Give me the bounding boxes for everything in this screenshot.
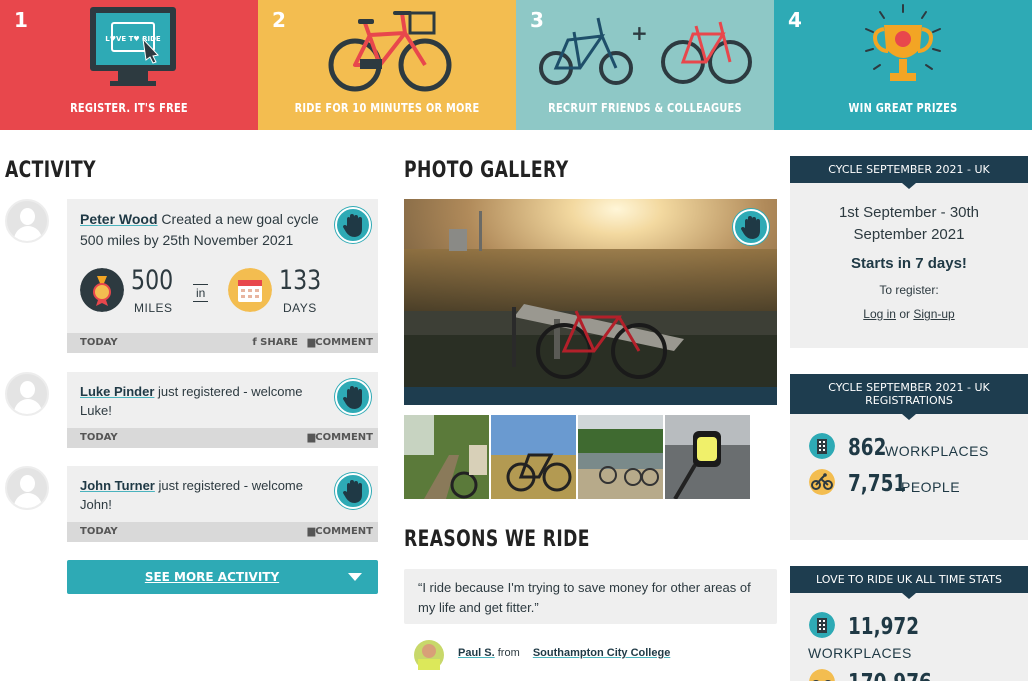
gallery-main-photo[interactable]	[404, 199, 777, 405]
comment-button[interactable]: ▆COMMENT	[308, 428, 373, 448]
step-number: 2	[272, 8, 286, 32]
user-link[interactable]: Peter Wood	[80, 211, 158, 227]
sunset-bike-photo	[404, 199, 777, 405]
reasons-title: REASONS WE RIDE	[404, 527, 590, 552]
building-icon	[809, 433, 835, 459]
see-more-label: SEE MORE ACTIVITY	[144, 570, 280, 584]
high-five-icon[interactable]	[733, 209, 769, 245]
activity-footer: TODAY f SHARE ▆COMMENT	[67, 333, 378, 353]
gallery-thumbnail[interactable]	[491, 415, 576, 499]
calendar-icon	[228, 268, 272, 312]
medal-icon	[80, 268, 124, 312]
workplaces-label: WORKPLACES	[885, 443, 989, 459]
high-five-icon[interactable]	[335, 379, 371, 415]
gallery-thumbnail[interactable]	[404, 415, 489, 499]
step-label: WIN GREAT PRIZES	[848, 101, 958, 115]
alltime-people-count: 170,976	[848, 670, 932, 681]
trophy-icon	[865, 4, 941, 81]
challenge-panel: CYCLE SEPTEMBER 2021 - UK 1st September …	[790, 156, 1028, 348]
quote-attribution: Paul S. from Southampton City College	[458, 647, 670, 659]
in-label: in	[193, 284, 209, 302]
facebook-icon: f	[252, 337, 261, 348]
timestamp: TODAY	[80, 526, 118, 537]
people-label: PEOPLE	[901, 479, 961, 495]
signup-link[interactable]: Sign-up	[913, 307, 954, 321]
activity-footer: TODAY ▆COMMENT	[67, 428, 378, 448]
two-bicycles-icon: +	[539, 17, 752, 85]
activity-card: Peter Wood Created a new goal cycle 500 …	[67, 199, 378, 353]
comment-button[interactable]: ▆COMMENT	[308, 333, 373, 353]
step-label: RIDE FOR 10 MINUTES OR MORE	[294, 101, 480, 115]
timestamp: TODAY	[80, 432, 118, 443]
step-prizes[interactable]: 4 WIN GREAT PRIZES	[774, 0, 1032, 130]
avatar[interactable]	[5, 199, 49, 243]
gallery-thumbnail[interactable]	[665, 415, 750, 499]
see-more-activity-button[interactable]: SEE MORE ACTIVITY	[67, 560, 378, 594]
step-number: 4	[788, 8, 802, 32]
cyclist-icon	[809, 469, 835, 495]
author-link[interactable]: Paul S.	[458, 647, 495, 659]
step-register[interactable]: 1 L♥VE T♥ RIDE REGISTER. IT'S FREE	[0, 0, 258, 130]
activity-card: John Turner just registered - welcome Jo…	[67, 466, 378, 542]
user-link[interactable]: Luke Pinder	[80, 384, 154, 399]
alltime-stats-panel: LOVE TO RIDE UK ALL TIME STATS 11,972 WO…	[790, 566, 1028, 681]
days-unit: DAYS	[283, 301, 317, 315]
avatar[interactable]	[5, 372, 49, 416]
building-icon	[809, 612, 835, 638]
activity-footer: TODAY ▆COMMENT	[67, 522, 378, 542]
avatar[interactable]	[5, 466, 49, 510]
activity-text: Peter Wood Created a new goal cycle 500 …	[80, 209, 332, 251]
alltime-workplaces-count: 11,972	[848, 614, 920, 640]
step-recruit[interactable]: 3 + RECRUIT FRIENDS & COLLEAGUES	[516, 0, 774, 130]
activity-title: ACTIVITY	[5, 158, 96, 183]
challenge-dates: 1st September - 30th September 2021	[838, 204, 980, 243]
step-label: RECRUIT FRIENDS & COLLEAGUES	[548, 101, 742, 115]
computer-icon: L♥VE T♥ RIDE	[90, 7, 176, 86]
activity-text: Luke Pinder just registered - welcome Lu…	[80, 382, 332, 420]
screen-logo-text: L♥VE T♥ RIDE	[105, 35, 161, 43]
comment-button[interactable]: ▆COMMENT	[308, 522, 373, 542]
goal-unit: MILES	[134, 301, 173, 315]
panel-heading: CYCLE SEPTEMBER 2021 - UK	[790, 156, 1028, 189]
bicycle-icon	[328, 11, 452, 92]
register-label: To register:	[879, 283, 939, 297]
step-ride[interactable]: 2 RIDE FOR 10 MINUTES OR MORE	[258, 0, 516, 130]
user-link[interactable]: John Turner	[80, 478, 155, 493]
steps-banner: 1 L♥VE T♥ RIDE REGISTER. IT'S FREE 2 RID…	[0, 0, 1032, 130]
reason-quote: “I ride because I'm trying to save money…	[404, 569, 777, 624]
gallery-title: PHOTO GALLERY	[404, 158, 569, 183]
gallery-thumbnail[interactable]	[578, 415, 663, 499]
chevron-down-icon	[348, 573, 362, 581]
registrations-panel: CYCLE SEPTEMBER 2021 - UK REGISTRATIONS …	[790, 374, 1028, 540]
alltime-workplaces-label: WORKPLACES	[808, 645, 912, 661]
login-link[interactable]: Log in	[863, 307, 896, 321]
people-count: 7,751	[848, 471, 907, 497]
step-label: REGISTER. IT'S FREE	[70, 101, 188, 115]
svg-text:+: +	[631, 21, 648, 45]
quote-text: “I ride because I'm trying to save money…	[418, 580, 751, 615]
workplaces-count: 862	[848, 435, 887, 461]
from-label: from	[497, 647, 520, 659]
timestamp: TODAY	[80, 337, 118, 348]
high-five-icon[interactable]	[335, 473, 371, 509]
days-value: 133	[279, 265, 322, 296]
challenge-start: Starts in 7 days!	[851, 255, 967, 272]
panel-heading: LOVE TO RIDE UK ALL TIME STATS	[790, 566, 1028, 599]
step-number: 1	[14, 8, 28, 32]
share-button[interactable]: f SHARE	[252, 333, 298, 353]
auth-links: Log in or Sign-up	[863, 307, 955, 321]
activity-card: Luke Pinder just registered - welcome Lu…	[67, 372, 378, 448]
panel-heading: CYCLE SEPTEMBER 2021 - UK REGISTRATIONS	[790, 374, 1028, 420]
high-five-icon[interactable]	[335, 207, 371, 243]
organisation-link[interactable]: Southampton City College	[533, 647, 671, 659]
activity-text: John Turner just registered - welcome Jo…	[80, 476, 332, 514]
cyclist-icon	[809, 669, 835, 681]
author-avatar[interactable]	[414, 640, 444, 670]
goal-value: 500	[131, 265, 174, 296]
